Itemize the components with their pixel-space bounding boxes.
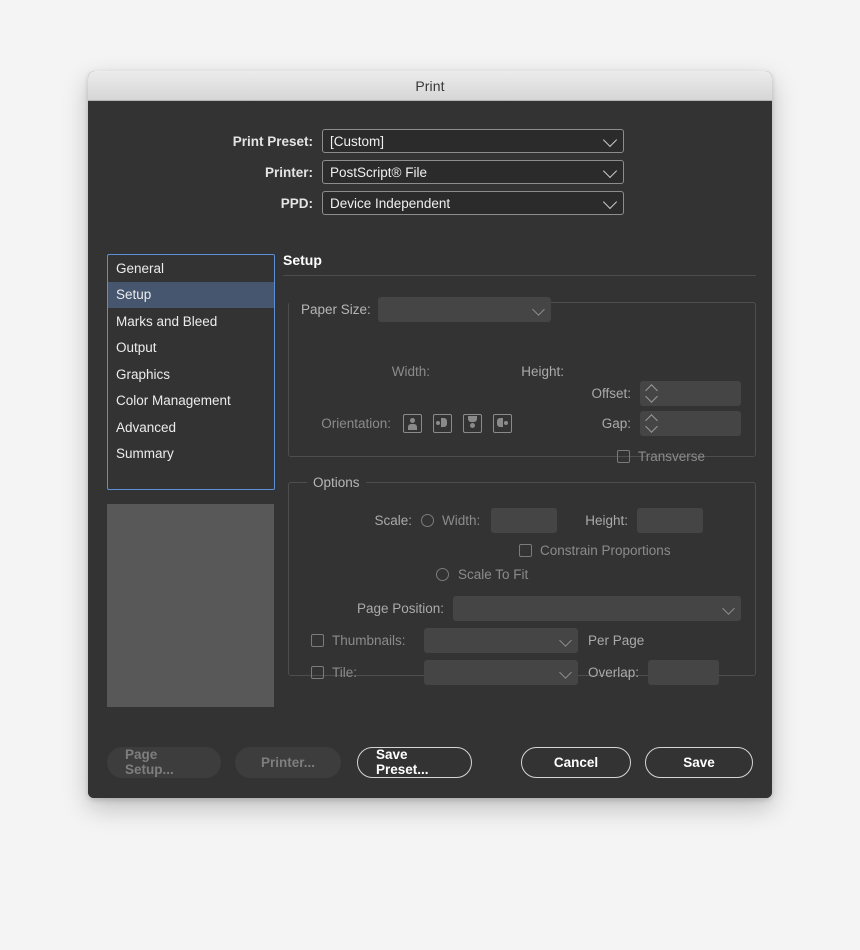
sidebar-item-label: Summary — [116, 446, 174, 462]
print-preset-dropdown[interactable]: [Custom] — [322, 129, 624, 153]
dialog-footer: Page Setup... Printer... Save Preset... … — [88, 746, 772, 778]
scale-height-input[interactable] — [637, 508, 704, 533]
paper-height-label: Height: — [521, 364, 564, 379]
sidebar-item-setup[interactable]: Setup — [108, 281, 274, 308]
save-preset-button[interactable]: Save Preset... — [357, 746, 472, 778]
sidebar-item-label: General — [116, 260, 165, 276]
paper-size-dropdown[interactable] — [377, 297, 551, 322]
offset-stepper[interactable] — [640, 381, 741, 406]
thumbnails-label: Thumbnails: — [332, 633, 406, 648]
paper-size-label: Paper Size: — [289, 302, 378, 317]
sidebar-item-summary[interactable]: Summary — [108, 441, 274, 468]
tile-checkbox[interactable] — [311, 666, 324, 679]
sidebar-item-label: Output — [116, 340, 157, 356]
sidebar-item-graphics[interactable]: Graphics — [108, 361, 274, 388]
page-position-label: Page Position: — [356, 601, 444, 616]
orientation-reverse-portrait-icon[interactable] — [463, 414, 482, 433]
chevron-down-icon — [602, 163, 618, 179]
sidebar-item-label: Marks and Bleed — [116, 313, 218, 329]
ppd-dropdown[interactable]: Device Independent — [322, 191, 624, 215]
sidebar-item-general[interactable]: General — [108, 255, 274, 282]
printer-dropdown[interactable]: PostScript® File — [322, 160, 624, 184]
chevron-down-icon — [531, 302, 545, 316]
panel-title: Setup — [283, 252, 322, 268]
top-form: Print Preset: [Custom] Printer: PostScri… — [88, 101, 772, 215]
chevron-down-icon — [559, 633, 572, 647]
paper-width-label: Width: — [391, 364, 430, 379]
transverse-label: Transverse — [637, 449, 705, 464]
constrain-proportions-checkbox[interactable] — [519, 544, 532, 557]
orientation-label: Orientation: — [321, 416, 391, 431]
page-setup-button[interactable]: Page Setup... — [107, 746, 221, 778]
sidebar-item-label: Color Management — [116, 393, 231, 409]
thumbnails-dropdown[interactable] — [424, 628, 578, 653]
chevron-down-icon — [602, 132, 618, 148]
printer-value: PostScript® File — [330, 164, 427, 180]
offset-label: Offset: — [591, 386, 631, 401]
paper-group: Paper Size: Width: Height: Offset: Orien… — [288, 295, 756, 464]
sidebar-item-marks-and-bleed[interactable]: Marks and Bleed — [108, 308, 274, 335]
scale-radio[interactable] — [421, 514, 434, 527]
scale-to-fit-radio[interactable] — [436, 568, 449, 581]
options-legend: Options — [313, 475, 360, 490]
printer-label: Printer: — [264, 164, 313, 180]
scale-height-label: Height: — [585, 513, 629, 528]
orientation-portrait-icon[interactable] — [403, 414, 422, 433]
chevron-down-icon — [722, 601, 735, 615]
print-dialog-window: Print Print Preset: [Custom] Printer: Po… — [88, 71, 772, 798]
overlap-label: Overlap: — [588, 665, 640, 680]
window-titlebar[interactable]: Print — [88, 71, 772, 101]
screen: Print Print Preset: [Custom] Printer: Po… — [0, 0, 860, 950]
save-button[interactable]: Save — [645, 746, 753, 778]
tile-dropdown[interactable] — [424, 660, 578, 685]
paper-size-row: Paper Size: — [289, 297, 551, 322]
scale-to-fit-label: Scale To Fit — [458, 567, 529, 582]
options-group: Options Scale: Width: Height: Constrain … — [288, 475, 756, 685]
chevron-down-icon — [602, 194, 618, 210]
ppd-value: Device Independent — [330, 195, 451, 211]
per-page-label: Per Page — [588, 633, 645, 648]
orientation-reverse-landscape-icon[interactable] — [493, 414, 512, 433]
chevron-down-icon — [559, 665, 572, 679]
ppd-label: PPD: — [280, 195, 313, 211]
scale-width-input[interactable] — [491, 508, 558, 533]
constrain-proportions-label: Constrain Proportions — [540, 543, 671, 558]
sidebar-item-advanced[interactable]: Advanced — [108, 414, 274, 441]
sidebar-item-label: Advanced — [116, 419, 177, 435]
print-preset-label: Print Preset: — [232, 133, 313, 149]
sidebar-item-label: Graphics — [116, 366, 171, 382]
gap-label: Gap: — [601, 416, 631, 431]
print-preset-value: [Custom] — [330, 133, 385, 149]
sidebar-item-label: Setup — [116, 287, 152, 303]
tile-label: Tile: — [332, 665, 358, 680]
ppd-row: PPD: Device Independent — [88, 191, 772, 215]
thumbnails-checkbox[interactable] — [311, 634, 324, 647]
print-preset-row: Print Preset: [Custom] — [88, 129, 772, 153]
sidebar-item-color-management[interactable]: Color Management — [108, 388, 274, 415]
setup-panel: Setup Paper Size: Width: Height: Offset:… — [283, 252, 756, 694]
page-preview — [107, 504, 274, 707]
overlap-input[interactable] — [648, 660, 720, 685]
transverse-checkbox[interactable] — [616, 450, 630, 463]
scale-label: Scale: — [374, 513, 412, 528]
scale-width-label: Width: — [442, 513, 481, 528]
sidebar-item-output[interactable]: Output — [108, 335, 274, 362]
printer-row: Printer: PostScript® File — [88, 160, 772, 184]
printer-button[interactable]: Printer... — [235, 746, 341, 778]
panel-divider — [283, 275, 756, 276]
window-title: Print — [415, 77, 445, 94]
orientation-landscape-icon[interactable] — [433, 414, 452, 433]
gap-stepper[interactable] — [640, 411, 741, 436]
cancel-button[interactable]: Cancel — [521, 746, 631, 778]
dialog-body: Print Preset: [Custom] Printer: PostScri… — [88, 101, 772, 798]
page-position-dropdown[interactable] — [453, 596, 741, 621]
section-list[interactable]: General Setup Marks and Bleed Output Gra… — [107, 254, 275, 490]
